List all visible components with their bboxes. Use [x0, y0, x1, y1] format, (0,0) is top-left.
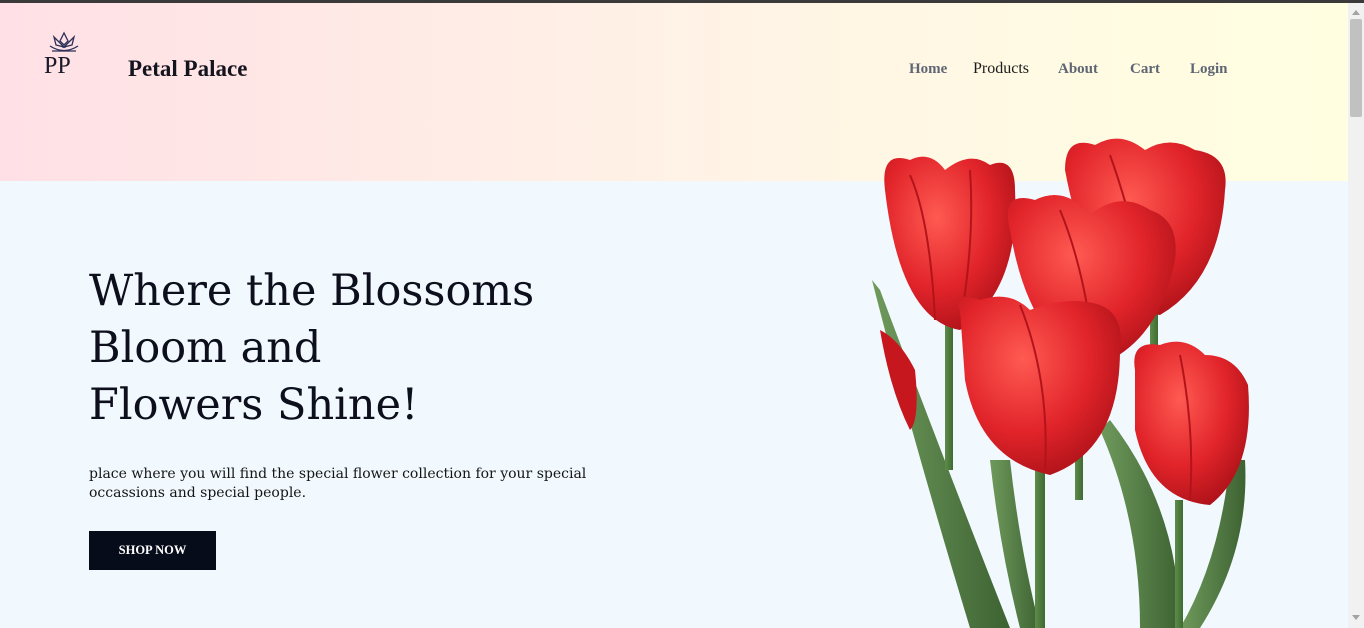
nav-about[interactable]: About [1058, 61, 1098, 78]
triangle-up-icon[interactable] [1348, 7, 1364, 17]
shop-now-button[interactable]: SHOP NOW [89, 531, 216, 570]
brand-name[interactable]: Petal Palace [128, 56, 247, 82]
nav-cart[interactable]: Cart [1130, 61, 1160, 78]
nav-products[interactable]: Products [973, 60, 1029, 78]
nav-home[interactable]: Home [909, 61, 947, 78]
nav-login[interactable]: Login [1190, 61, 1228, 78]
headline-line-1: Where the Blossoms [89, 266, 535, 316]
headline-line-2: Bloom and [89, 323, 322, 373]
lotus-crown-icon [49, 31, 79, 52]
hero-headline: Where the Blossoms Bloom and Flowers Shi… [89, 263, 534, 434]
red-tulips-bouquet-image [872, 138, 1249, 628]
triangle-down-icon[interactable] [1348, 612, 1364, 624]
headline-line-3: Flowers Shine! [89, 380, 419, 430]
site-logo[interactable]: PP [44, 31, 84, 81]
scrollbar-thumb[interactable] [1350, 19, 1362, 117]
vertical-scrollbar[interactable] [1348, 3, 1364, 628]
logo-monogram: PP [44, 53, 71, 79]
hero-tagline: place where you will find the special fl… [89, 466, 587, 501]
